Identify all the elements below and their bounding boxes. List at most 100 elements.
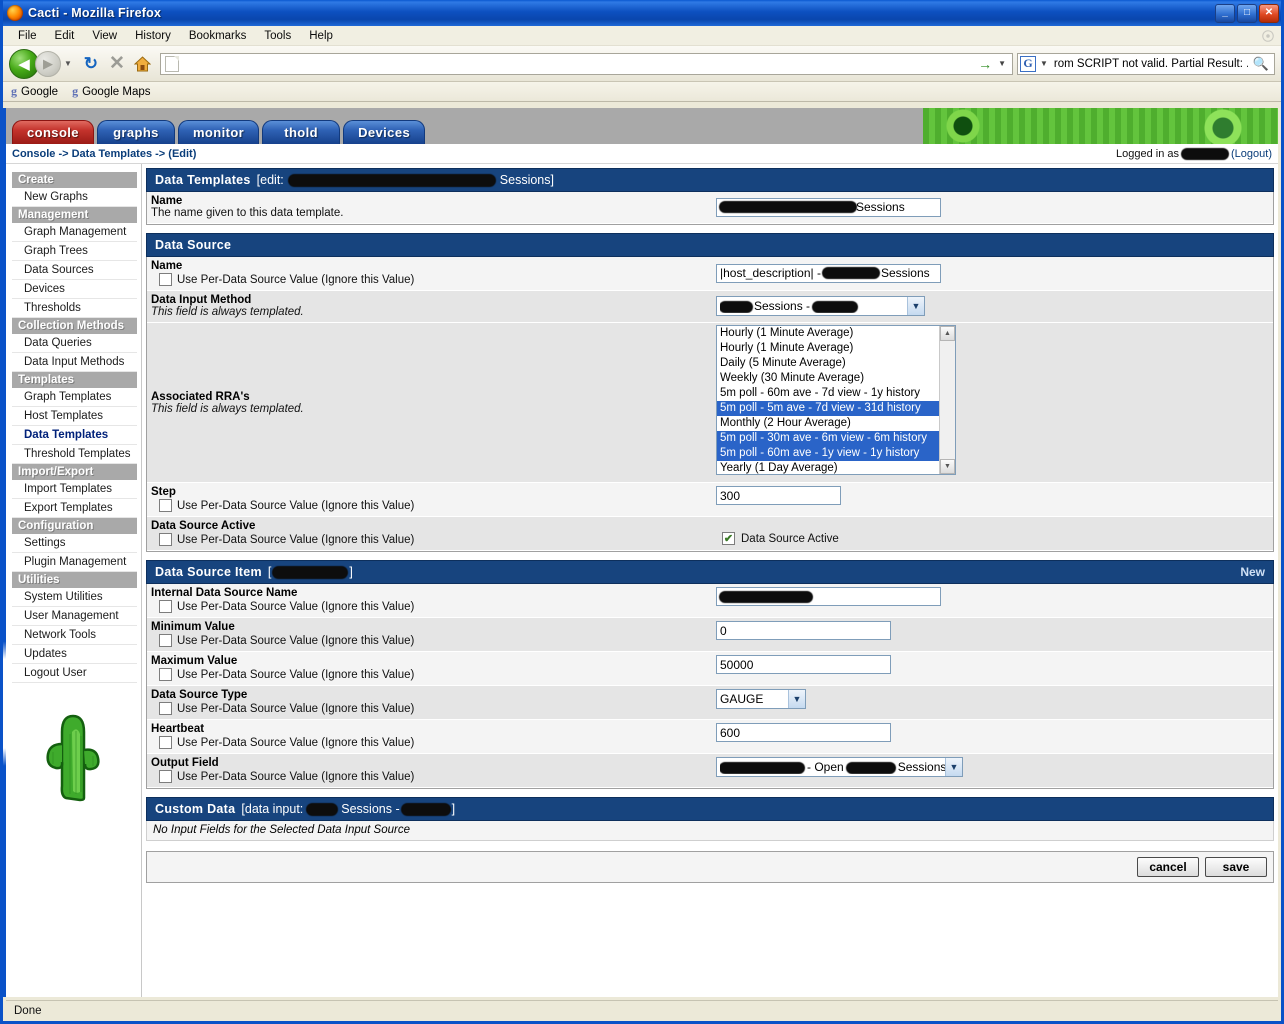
checkbox-icon[interactable]	[159, 600, 172, 613]
url-dropdown-icon[interactable]: ▼	[998, 59, 1010, 68]
search-engine-dropdown-icon[interactable]: ▼	[1036, 59, 1052, 68]
sidebar-item-devices[interactable]: Devices	[12, 280, 137, 299]
sidebar-item-data-queries[interactable]: Data Queries	[12, 334, 137, 353]
rra-option[interactable]: Hourly (1 Minute Average)	[717, 326, 939, 341]
save-button[interactable]: save	[1205, 857, 1267, 877]
google-icon[interactable]: G	[1020, 55, 1036, 72]
data-source-active-override[interactable]: Use Per-Data Source Value (Ignore this V…	[151, 533, 712, 546]
bookmark-google[interactable]: g Google	[11, 84, 58, 99]
minimize-button[interactable]: _	[1215, 3, 1235, 23]
internal-name-override[interactable]: Use Per-Data Source Value (Ignore this V…	[151, 600, 712, 613]
menu-help[interactable]: Help	[300, 28, 342, 44]
rra-option[interactable]: Weekly (30 Minute Average)	[717, 371, 939, 386]
ds-name-input[interactable]: |host_description| - Sessions	[716, 263, 941, 283]
menu-history[interactable]: History	[126, 28, 180, 44]
chevron-down-icon[interactable]: ▼	[64, 59, 72, 68]
breadcrumb[interactable]: Console -> Data Templates -> (Edit)	[12, 148, 196, 160]
template-name-input[interactable]: Sessions	[716, 197, 941, 217]
checkbox-icon[interactable]	[159, 668, 172, 681]
sidebar-item-graph-management[interactable]: Graph Management	[12, 223, 137, 242]
bookmark-google-maps[interactable]: g Google Maps	[72, 84, 150, 99]
data-input-method-select[interactable]: Sessions - ▼	[716, 296, 925, 316]
sidebar-item-system-utilities[interactable]: System Utilities	[12, 588, 137, 607]
data-source-type-select[interactable]: GAUGE ▼	[716, 689, 806, 709]
sidebar-item-thresholds[interactable]: Thresholds	[12, 299, 137, 318]
menu-bookmarks[interactable]: Bookmarks	[180, 28, 256, 44]
tab-graphs[interactable]: graphs	[96, 120, 175, 144]
stop-icon[interactable]: ✕	[104, 51, 130, 77]
chevron-down-icon[interactable]: ▼	[788, 690, 805, 708]
reload-icon[interactable]: ↻	[78, 51, 104, 77]
checkbox-icon[interactable]	[159, 736, 172, 749]
cancel-button[interactable]: cancel	[1137, 857, 1199, 877]
rra-option[interactable]: Yearly (1 Day Average)	[717, 461, 939, 474]
sidebar-item-data-templates[interactable]: Data Templates	[12, 426, 137, 445]
search-icon[interactable]: 🔍	[1250, 56, 1272, 72]
minimum-value-input[interactable]	[716, 621, 891, 640]
scroll-up-icon[interactable]: ▲	[940, 326, 955, 341]
chevron-down-icon[interactable]: ▼	[907, 297, 924, 315]
rra-option-selected[interactable]: 5m poll - 60m ave - 1y view - 1y history	[717, 446, 939, 461]
maximum-value-input[interactable]	[716, 655, 891, 674]
checkbox-icon[interactable]	[159, 533, 172, 546]
tab-monitor[interactable]: monitor	[177, 120, 260, 144]
menu-edit[interactable]: Edit	[46, 28, 84, 44]
logout-link[interactable]: (Logout)	[1231, 148, 1272, 160]
sidebar-item-updates[interactable]: Updates	[12, 645, 137, 664]
checkbox-icon[interactable]	[159, 634, 172, 647]
maximum-value-override[interactable]: Use Per-Data Source Value (Ignore this V…	[151, 668, 712, 681]
menu-file[interactable]: File	[9, 28, 46, 44]
rra-option[interactable]: Hourly (1 Minute Average)	[717, 341, 939, 356]
sidebar-item-user-management[interactable]: User Management	[12, 607, 137, 626]
associated-rras-listbox[interactable]: Hourly (1 Minute Average) Hourly (1 Minu…	[716, 325, 956, 475]
sidebar-item-host-templates[interactable]: Host Templates	[12, 407, 137, 426]
checkbox-icon[interactable]	[159, 770, 172, 783]
internal-name-input[interactable]	[716, 587, 941, 606]
menu-view[interactable]: View	[83, 28, 126, 44]
step-input[interactable]	[716, 486, 841, 505]
tab-thold[interactable]: thold	[262, 120, 341, 144]
output-field-select[interactable]: - Open Sessions ▼	[716, 757, 963, 777]
sidebar-item-new-graphs[interactable]: New Graphs	[12, 188, 137, 207]
maximize-button[interactable]: □	[1237, 3, 1257, 23]
sidebar-item-network-tools[interactable]: Network Tools	[12, 626, 137, 645]
checkbox-icon[interactable]	[159, 499, 172, 512]
sidebar-item-logout-user[interactable]: Logout User	[12, 664, 137, 683]
step-override[interactable]: Use Per-Data Source Value (Ignore this V…	[151, 499, 712, 512]
rra-option-selected[interactable]: 5m poll - 5m ave - 7d view - 31d history	[717, 401, 939, 416]
output-field-override[interactable]: Use Per-Data Source Value (Ignore this V…	[151, 770, 712, 783]
sidebar-item-graph-templates[interactable]: Graph Templates	[12, 388, 137, 407]
tab-console[interactable]: console	[12, 120, 94, 144]
sidebar-item-data-sources[interactable]: Data Sources	[12, 261, 137, 280]
home-icon[interactable]	[130, 51, 156, 77]
sidebar-item-export-templates[interactable]: Export Templates	[12, 499, 137, 518]
new-data-source-item-link[interactable]: New	[1240, 565, 1265, 579]
chevron-down-icon[interactable]: ▼	[945, 758, 962, 776]
url-bar[interactable]: → ▼	[159, 52, 1013, 75]
heartbeat-input[interactable]	[716, 723, 891, 742]
tab-devices[interactable]: Devices	[343, 120, 426, 144]
sidebar-item-threshold-templates[interactable]: Threshold Templates	[12, 445, 137, 464]
scroll-down-icon[interactable]: ▼	[940, 459, 955, 474]
search-bar[interactable]: G ▼ 🔍	[1017, 52, 1275, 75]
data-source-active-checkbox[interactable]: ✔	[722, 532, 735, 545]
ds-name-override[interactable]: Use Per-Data Source Value (Ignore this V…	[151, 273, 712, 286]
sidebar-item-graph-trees[interactable]: Graph Trees	[12, 242, 137, 261]
minimum-value-override[interactable]: Use Per-Data Source Value (Ignore this V…	[151, 634, 712, 647]
rra-option[interactable]: 5m poll - 60m ave - 7d view - 1y history	[717, 386, 939, 401]
listbox-scrollbar[interactable]: ▲ ▼	[939, 326, 955, 474]
go-icon[interactable]: →	[976, 56, 998, 72]
rra-option-selected[interactable]: 5m poll - 30m ave - 6m view - 6m history	[717, 431, 939, 446]
sidebar-item-import-templates[interactable]: Import Templates	[12, 480, 137, 499]
checkbox-icon[interactable]	[159, 702, 172, 715]
data-source-type-override[interactable]: Use Per-Data Source Value (Ignore this V…	[151, 702, 712, 715]
rra-option[interactable]: Monthly (2 Hour Average)	[717, 416, 939, 431]
sidebar-item-settings[interactable]: Settings	[12, 534, 137, 553]
forward-button[interactable]: ▶	[35, 50, 61, 77]
url-input[interactable]	[182, 55, 977, 72]
sidebar-item-data-input-methods[interactable]: Data Input Methods	[12, 353, 137, 372]
rra-option[interactable]: Daily (5 Minute Average)	[717, 356, 939, 371]
sidebar-item-plugin-management[interactable]: Plugin Management	[12, 553, 137, 572]
heartbeat-override[interactable]: Use Per-Data Source Value (Ignore this V…	[151, 736, 712, 749]
search-input[interactable]	[1051, 56, 1250, 71]
